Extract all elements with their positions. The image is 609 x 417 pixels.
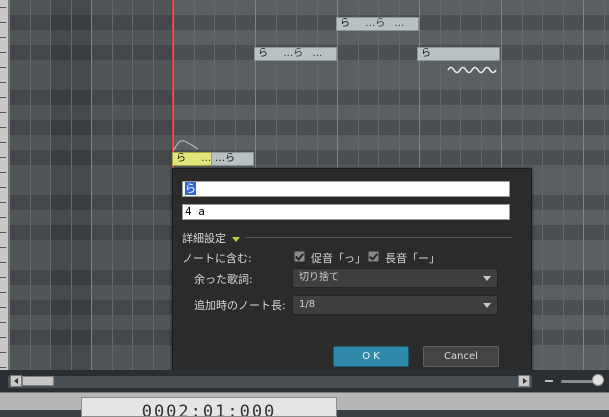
leftover-lyrics-value: 切り捨て bbox=[299, 272, 339, 283]
scrollbar-thumb[interactable] bbox=[22, 376, 54, 386]
scroll-right-button[interactable] bbox=[518, 375, 530, 387]
note-lyric: ら bbox=[258, 48, 268, 59]
leftover-lyrics-label: 余った歌詞: bbox=[194, 273, 253, 286]
key-tick bbox=[0, 67, 6, 68]
advanced-settings-toggle[interactable]: 詳細設定 bbox=[182, 230, 240, 246]
key-tick bbox=[0, 307, 6, 308]
key-tick bbox=[0, 322, 6, 323]
key-tick bbox=[0, 97, 6, 98]
key-tick bbox=[0, 157, 6, 158]
note-lyric: ら bbox=[421, 48, 431, 59]
grid-column-line bbox=[50, 0, 51, 370]
leftover-lyrics-select[interactable]: 切り捨て bbox=[292, 268, 498, 288]
note-lyric: ら bbox=[340, 18, 350, 29]
chevron-down-icon bbox=[483, 303, 491, 308]
chouon-checkbox[interactable] bbox=[368, 251, 379, 262]
key-tick bbox=[0, 217, 6, 218]
grid-column-line bbox=[30, 0, 31, 370]
key-tick bbox=[0, 112, 6, 113]
phoneme-input[interactable]: 4 a bbox=[182, 204, 510, 220]
note-length-value: 1/8 bbox=[299, 299, 316, 310]
key-tick bbox=[0, 7, 6, 8]
vibrato-icon bbox=[447, 66, 497, 74]
grid-column-line bbox=[9, 0, 10, 370]
key-tick bbox=[0, 52, 6, 53]
grid-column-line bbox=[583, 0, 584, 370]
key-tick bbox=[0, 367, 6, 368]
note-tail: … bbox=[394, 18, 405, 29]
key-tick bbox=[0, 172, 6, 173]
note-tail: … bbox=[312, 48, 323, 59]
key-tick bbox=[0, 187, 6, 188]
note-tail: …ら bbox=[365, 18, 386, 29]
note-lyric: …ら bbox=[215, 153, 235, 164]
grid-column-line bbox=[153, 0, 154, 370]
key-tick bbox=[0, 232, 6, 233]
key-tick bbox=[0, 352, 6, 353]
key-tick bbox=[0, 22, 6, 23]
expand-arrow-icon bbox=[232, 236, 240, 242]
key-tick bbox=[0, 82, 6, 83]
grid-column-line bbox=[132, 0, 133, 370]
grid-column-line bbox=[604, 0, 605, 370]
key-tick bbox=[0, 247, 6, 248]
grid-column-line bbox=[91, 0, 92, 370]
lyric-input-dialog: ら 4 a 詳細設定 ノートに含む: 促音「っ」 長音「ー」 余った歌詞: 切り… bbox=[172, 168, 532, 381]
status-bar: 0002:01:000 bbox=[0, 392, 609, 417]
chevron-down-icon bbox=[483, 276, 491, 281]
grid-column-line bbox=[112, 0, 113, 370]
note[interactable]: ら bbox=[417, 47, 500, 61]
key-tick bbox=[0, 337, 6, 338]
lyric-input[interactable]: ら bbox=[182, 181, 510, 197]
time-display: 0002:01:000 bbox=[81, 397, 337, 417]
note-selected[interactable]: ら … bbox=[172, 152, 212, 166]
zoom-slider-handle[interactable] bbox=[592, 374, 604, 386]
note-tail: … bbox=[201, 153, 212, 164]
note-length-select[interactable]: 1/8 bbox=[292, 295, 498, 315]
grid-column-line bbox=[563, 0, 564, 370]
keyboard-strip[interactable] bbox=[0, 0, 9, 370]
include-in-note-label: ノートに含む: bbox=[182, 252, 252, 265]
key-tick bbox=[0, 292, 6, 293]
key-tick bbox=[0, 142, 6, 143]
grid-column-line bbox=[542, 0, 543, 370]
ok-button[interactable]: O K bbox=[333, 346, 409, 367]
cancel-button[interactable]: Cancel bbox=[423, 346, 499, 367]
horizontal-scrollbar[interactable] bbox=[0, 370, 609, 392]
note[interactable]: ら …ら … bbox=[336, 17, 419, 31]
key-tick bbox=[0, 127, 6, 128]
scroll-left-button[interactable] bbox=[10, 375, 22, 387]
zoom-out-icon[interactable] bbox=[545, 380, 553, 382]
arrow-right-icon bbox=[523, 378, 527, 384]
key-tick bbox=[0, 277, 6, 278]
note-lyric: ら bbox=[176, 153, 186, 164]
divider bbox=[245, 237, 512, 238]
key-tick bbox=[0, 37, 6, 38]
note-tail: …ら bbox=[283, 48, 304, 59]
sokuon-label: 促音「っ」 bbox=[311, 252, 366, 265]
advanced-settings-label: 詳細設定 bbox=[182, 232, 226, 245]
note[interactable]: …ら bbox=[211, 152, 254, 166]
key-tick bbox=[0, 202, 6, 203]
grid-column-line bbox=[71, 0, 72, 370]
scrollbar-track[interactable] bbox=[8, 375, 532, 388]
note[interactable]: ら …ら … bbox=[254, 47, 337, 61]
chouon-label: 長音「ー」 bbox=[385, 252, 440, 265]
arrow-left-icon bbox=[14, 378, 18, 384]
note-length-label: 追加時のノート長: bbox=[194, 299, 286, 312]
pitch-curve-icon bbox=[173, 140, 199, 151]
key-tick bbox=[0, 262, 6, 263]
sokuon-checkbox[interactable] bbox=[294, 251, 305, 262]
